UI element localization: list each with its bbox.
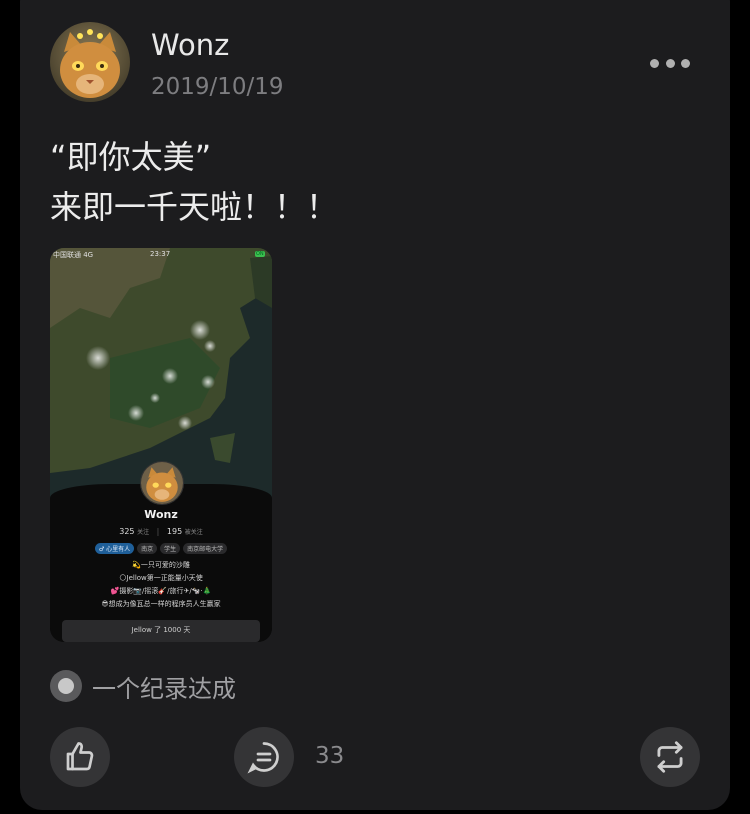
author-name[interactable]: Wonz (151, 28, 229, 62)
like-button[interactable] (50, 727, 110, 787)
repost-icon (657, 741, 683, 773)
following-count: 325 (119, 527, 135, 536)
more-dot (665, 58, 675, 68)
bio-line: 🌕Jellow第一正能量小天使 (119, 574, 203, 582)
bio-line: 💕摄影📷/摇滚🎸/旅行✈/🐄·🎄 (110, 587, 212, 595)
followers-count: 195 (166, 527, 183, 536)
bio-line: 💫一只可爱的沙雕 (132, 561, 190, 569)
post-content: “即你太美” 来即一千天啦！！！ (50, 138, 339, 226)
profile-avatar (140, 461, 184, 505)
comment-button[interactable] (234, 727, 294, 787)
comment-bubble-icon (247, 742, 279, 774)
bio-line: 😎想成为像瓦总一样的程序员人生赢家 (101, 600, 221, 608)
followers-label: 被关注 (184, 529, 203, 536)
thumbs-up-icon (66, 742, 94, 771)
profile-tag: 南京 (137, 543, 158, 554)
comment-count: 33 (315, 743, 345, 769)
topic-icon (50, 670, 82, 702)
status-time: 23:37 (150, 250, 171, 258)
topic-label: 一个纪录达成 (92, 674, 236, 703)
more-dot (681, 58, 690, 68)
repost-button[interactable] (640, 727, 700, 787)
profile-tag: 学生 (160, 543, 181, 554)
profile-tag: ♂ 心里有人 (94, 543, 135, 554)
post-image[interactable]: 中国联通 4G 23:37 ON Wonz 325 关注 | 195 被关注 ♂… (50, 248, 272, 642)
status-battery: ON (255, 251, 265, 257)
status-carrier: 中国联通 4G (53, 251, 94, 259)
author-avatar[interactable] (50, 22, 130, 102)
jellow-days-button: Jellow 了 1000 天 (62, 620, 260, 642)
post-date: 2019/10/19 (151, 74, 284, 100)
profile-tags: ♂ 心里有人 南京 学生 南京邮电大学 (50, 543, 272, 554)
more-dot (650, 58, 659, 68)
more-dots-icon[interactable] (650, 54, 690, 72)
profile-stats: 325 关注 | 195 被关注 (119, 527, 203, 536)
topic-tag[interactable]: 一个纪录达成 (50, 670, 236, 703)
profile-name: Wonz (144, 508, 178, 521)
following-label: 关注 (137, 529, 150, 536)
profile-tag: 南京邮电大学 (183, 543, 228, 554)
